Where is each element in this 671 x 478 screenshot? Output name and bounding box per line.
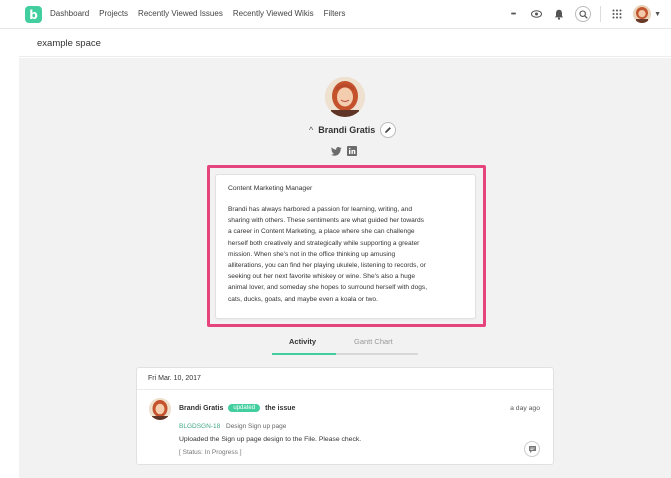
issue-link[interactable]: BLGDSGN-18 Design Sign up page [179, 423, 286, 430]
bio-text: Brandi has always harbored a passion for… [228, 204, 463, 305]
nav-right-tools: ••• ▼ [506, 4, 661, 24]
issue-key[interactable]: BLGDSGN-18 [179, 423, 220, 430]
activity-time: a day ago [510, 405, 540, 412]
bio-line: mission. When she's not in the office th… [228, 250, 396, 258]
chevron-up-icon[interactable]: ^ [309, 125, 313, 135]
bio-card: Content Marketing Manager Brandi has alw… [215, 174, 476, 319]
bell-icon[interactable] [552, 7, 566, 21]
bio-line: animal lover, and someday she hopes to s… [228, 284, 428, 292]
bio-line: alliterations, you can find her playing … [228, 262, 426, 270]
profile-name: Brandi Gratis [318, 125, 376, 135]
nav-recently-viewed-wikis[interactable]: Recently Viewed Wikis [233, 9, 314, 18]
activity-verb: the issue [265, 404, 296, 412]
apps-grid-icon[interactable] [610, 7, 624, 21]
status-badge: updated [228, 404, 261, 412]
bio-line: seeking out her next favorite whiskey or… [228, 273, 416, 281]
space-header: example space [19, 30, 671, 57]
issue-summary[interactable]: Design Sign up page [226, 423, 286, 430]
nav-recently-viewed-issues[interactable]: Recently Viewed Issues [138, 9, 223, 18]
activity-avatar[interactable] [149, 398, 171, 420]
bio-line: Brandi has always harbored a passion for… [228, 206, 412, 213]
tab-underline [336, 353, 418, 355]
profile-main: ^ Brandi Gratis Content Marketing Manage… [19, 58, 671, 478]
comment-icon [528, 445, 536, 453]
nav-filters[interactable]: Filters [324, 9, 346, 18]
app-logo[interactable]: b [25, 6, 42, 23]
linkedin-icon[interactable] [347, 143, 357, 161]
activity-date: Fri Mar. 10, 2017 [137, 368, 553, 390]
social-links [331, 143, 357, 161]
nav-dashboard[interactable]: Dashboard [50, 9, 89, 18]
edit-profile-button[interactable] [380, 122, 397, 138]
profile-avatar [325, 77, 365, 117]
bio-line: sharing with others. These sentiments ar… [228, 217, 424, 225]
bio-line: a career in Content Marketing, a place w… [228, 228, 415, 236]
chevron-down-icon[interactable]: ▼ [654, 11, 661, 18]
user-avatar-icon[interactable] [633, 5, 652, 23]
more-icon[interactable]: ••• [506, 7, 520, 21]
bio-line: herself both creatively and strategicall… [228, 239, 420, 247]
activity-status: [ Status: In Progress ] [179, 449, 242, 456]
tab-activity[interactable]: Activity [289, 337, 316, 346]
comment-button[interactable] [524, 441, 540, 457]
nav-divider [600, 6, 602, 22]
bio-line: cats, ducks, goats, and maybe even a koa… [228, 295, 378, 303]
activity-user[interactable]: Brandi Gratis [179, 405, 223, 412]
main-nav: Dashboard Projects Recently Viewed Issue… [50, 9, 355, 18]
profile-name-row: ^ Brandi Gratis [309, 122, 397, 138]
pencil-icon [385, 127, 392, 133]
activity-comment: Uploaded the Sign up page design to the … [179, 436, 362, 443]
logo-letter: b [29, 7, 38, 22]
active-tab-indicator [272, 353, 336, 355]
job-title: Content Marketing Manager [228, 185, 313, 192]
tab-gantt-chart[interactable]: Gantt Chart [354, 337, 393, 346]
top-nav-bar: b Dashboard Projects Recently Viewed Iss… [0, 0, 671, 29]
activity-card: Fri Mar. 10, 2017 Brandi Gratis updated … [136, 367, 554, 465]
activity-headline: Brandi Gratis updated the issue [179, 404, 295, 412]
eye-icon[interactable] [529, 7, 543, 21]
space-name[interactable]: example space [37, 38, 101, 49]
search-icon[interactable] [575, 6, 592, 22]
profile-tabs: Activity Gantt Chart [272, 337, 418, 355]
nav-projects[interactable]: Projects [99, 9, 128, 18]
twitter-icon[interactable] [331, 143, 342, 161]
